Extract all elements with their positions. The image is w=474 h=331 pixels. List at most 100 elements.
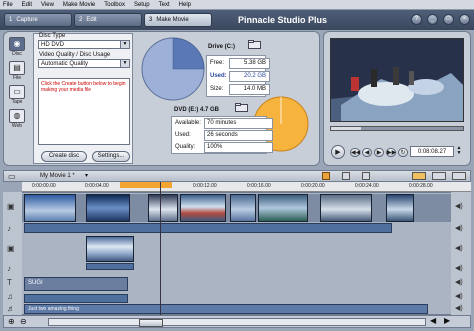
web-icon: ◍ [9,109,25,123]
output-tape[interactable]: ▭ Tape [8,85,26,105]
timeline-ruler[interactable]: 0:00:00.00 0:00:04.00 0:00:08.00 0:00:12… [22,182,471,192]
quality-label: Video Quality / Disc Usage [39,52,111,58]
output-web[interactable]: ◍ Web [8,109,26,129]
overlay-audio-icon[interactable]: ♪ [7,264,11,273]
tab-label: Make Movie [156,17,189,23]
menu-make-movie[interactable]: Make Movie [63,2,95,8]
background-music-clip[interactable]: Just two amazing thing [24,304,428,314]
timeline-view-icon[interactable]: ▭ [8,172,16,181]
step-forward-button[interactable]: ▶ [374,148,384,157]
video-clip[interactable] [148,194,178,222]
scroll-left-icon[interactable]: ◀ [430,316,436,325]
video-clip[interactable] [86,194,130,222]
menu-setup[interactable]: Setup [134,2,150,8]
audio-track-icon[interactable]: ♪ [7,224,11,233]
timeline-view-icon[interactable] [432,172,446,180]
disc-type-value: HD DVD [41,42,65,48]
disc-icon: ◉ [9,37,25,51]
tab-number: 3 [149,17,153,23]
text-view-icon[interactable] [452,172,466,180]
menu-bar: File Edit View Make Movie Toolbox Setup … [0,0,474,10]
playhead-line[interactable] [160,182,161,315]
storyboard-view-icon[interactable] [412,172,426,180]
output-file[interactable]: ▤ File [8,61,26,81]
video-clip[interactable] [24,194,76,222]
tab-label: Capture [16,17,38,23]
ruler-tick: 0:00:24.00 [355,183,379,189]
overlay-track-icon[interactable]: ▣ [7,244,15,253]
folder-icon[interactable] [235,103,248,112]
fast-forward-button[interactable]: ▶▶ [386,148,396,157]
tab-number: 2 [79,17,83,23]
scroll-thumb[interactable] [139,319,163,327]
disc-type-label: Disc Type [39,33,66,39]
tab-make-movie[interactable]: 3 Make Movie [144,13,212,27]
speaker-icon[interactable]: ◀) [455,292,463,300]
zoom-in-icon[interactable]: ⊕ [8,317,15,326]
disc-type-select[interactable]: HD DVD ▼ [38,40,130,49]
speaker-icon[interactable]: ◀) [455,264,463,272]
title-track-icon[interactable]: T [7,278,12,287]
video-clip[interactable] [258,194,308,222]
timecode-spinner[interactable]: ▲ ▼ [455,146,463,157]
quality-select[interactable]: Automatic Quality ▼ [38,59,130,68]
original-audio-track[interactable] [24,223,392,233]
scroll-track[interactable] [48,318,426,327]
drive-used-label: Used: [210,73,227,79]
music-track-icon[interactable]: ♬ [7,304,15,313]
rewind-button[interactable]: ◀◀ [350,148,360,157]
speaker-icon[interactable]: ◀) [455,244,463,252]
menu-file[interactable]: File [3,2,13,8]
drive-used-value: 20.2 GB [229,71,270,82]
menu-toolbox[interactable]: Toolbox [104,2,125,8]
video-clip[interactable] [320,194,372,222]
title-clip-label: SUGI [28,280,43,286]
video-clip[interactable] [180,194,226,222]
step-back-button[interactable]: ◀ [362,148,372,157]
video-clip[interactable] [386,194,414,222]
ruler-selection-range[interactable] [120,182,172,188]
sound-effect-clip[interactable] [24,294,128,303]
speaker-icon[interactable]: ◀) [455,224,463,232]
zoom-out-icon[interactable]: ⊖ [20,317,27,326]
overlay-video-clip[interactable] [86,236,134,262]
tab-edit[interactable]: 2 Edit [74,13,142,27]
settings-button[interactable]: Settings... [92,151,130,162]
tab-capture[interactable]: 1 Capture [4,13,72,27]
speaker-icon[interactable]: ◀) [455,278,463,286]
speaker-icon[interactable]: ◀) [455,202,463,210]
drive-size-label: Size: [210,86,224,92]
split-icon[interactable] [342,172,350,180]
status-message-box: Click the Create button below to begin m… [38,78,130,145]
help-button[interactable]: ? [411,14,422,25]
output-tape-label: Tape [11,99,23,105]
loop-button[interactable]: ↻ [398,148,408,157]
menu-help[interactable]: Help [179,2,191,8]
close-button[interactable]: × [459,14,470,25]
sound-effect-icon[interactable]: ♫ [7,292,13,301]
video-track-icon[interactable]: ▣ [7,202,15,211]
minimize-button[interactable]: _ [427,14,438,25]
create-disc-button[interactable]: Create disc [41,151,87,162]
trash-icon[interactable] [362,172,370,180]
timeline-scrollbar[interactable]: ⊕ ⊖ ◀ ▶ [3,315,471,328]
play-button[interactable]: ▶ [331,145,345,159]
playback-progress-track[interactable] [330,126,464,131]
overlay-audio-clip[interactable] [86,263,134,270]
chevron-down-icon[interactable]: ▾ [85,172,88,179]
video-clip[interactable] [230,194,256,222]
maximize-button[interactable]: □ [443,14,454,25]
menu-view[interactable]: View [41,2,54,8]
title-clip[interactable]: SUGI [24,277,128,291]
menu-edit[interactable]: Edit [22,2,32,8]
dvd-quality-label: Quality: [175,144,196,150]
menu-text[interactable]: Text [159,2,170,8]
mode-tab-bar: 1 Capture 2 Edit 3 Make Movie Pinnacle S… [0,10,474,30]
output-disc[interactable]: ◉ Disc [8,37,26,57]
scroll-right-icon[interactable]: ▶ [444,316,450,325]
razor-icon[interactable] [322,172,330,180]
timecode-display[interactable]: 0:08:08.27 [410,146,454,157]
folder-icon[interactable] [248,40,261,49]
dvd-available-label: Available: [175,120,201,126]
speaker-icon[interactable]: ◀) [455,304,463,312]
